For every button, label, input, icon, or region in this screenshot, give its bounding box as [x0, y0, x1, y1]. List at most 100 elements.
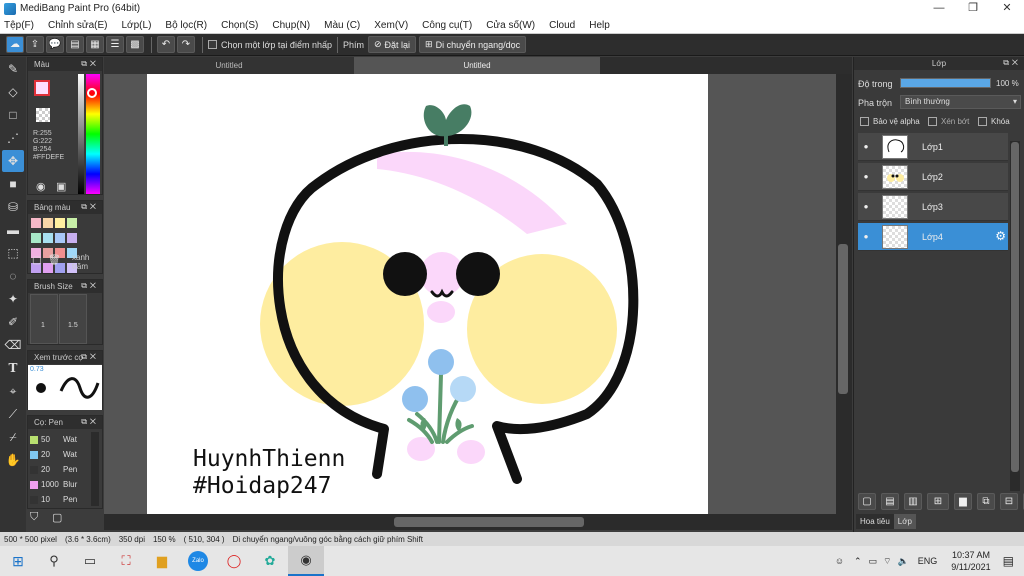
- primary-color-swatch[interactable]: [34, 80, 50, 96]
- brush-list-scrollbar[interactable]: [91, 432, 99, 506]
- comment-icon[interactable]: 💬: [46, 36, 64, 53]
- network-icon[interactable]: ▭: [869, 556, 878, 567]
- share-icon[interactable]: ⇪: [26, 36, 44, 53]
- divide-tool-icon[interactable]: ⟋: [2, 403, 24, 425]
- brush-settings-icon[interactable]: ▢: [52, 511, 62, 524]
- notification-icon[interactable]: ▤: [1003, 554, 1014, 568]
- capture-app-icon[interactable]: ⛶: [108, 546, 144, 576]
- brush-item[interactable]: 20 Wat: [30, 447, 90, 462]
- duplicate-layer-icon[interactable]: ⧉: [977, 493, 995, 510]
- menu-window[interactable]: Cửa số(W): [486, 20, 535, 31]
- magic-wand-tool-icon[interactable]: ✦: [2, 288, 24, 310]
- people-icon[interactable]: ☺: [835, 556, 844, 566]
- visibility-icon[interactable]: ●: [858, 142, 874, 151]
- brightness-slider[interactable]: [78, 74, 84, 194]
- tab-untitled-2[interactable]: Untitled: [354, 57, 600, 74]
- language-indicator[interactable]: ENG: [918, 556, 938, 566]
- brush-item[interactable]: 20 Pen: [30, 462, 90, 477]
- brush-item[interactable]: 1000 Blur: [30, 477, 90, 492]
- search-icon[interactable]: ⚲: [36, 546, 72, 576]
- new-palette-icon[interactable]: ▢: [32, 255, 41, 266]
- palette-swatch[interactable]: [55, 233, 65, 243]
- menu-tools[interactable]: Công cụ(T): [422, 20, 472, 31]
- reset-button[interactable]: ⊘ Đặt lại: [367, 36, 417, 53]
- palette-swatch[interactable]: [67, 218, 77, 228]
- opera-icon[interactable]: ◯: [216, 546, 252, 576]
- palette-swatch[interactable]: [67, 233, 77, 243]
- cloud-icon[interactable]: ☁: [6, 36, 24, 53]
- clock[interactable]: 10:37 AM 9/11/2021: [951, 549, 990, 573]
- lock-checkbox[interactable]: Khóa: [978, 117, 1010, 126]
- gear-icon[interactable]: ⚙: [995, 229, 1006, 243]
- menu-filter[interactable]: Bộ lọc(R): [165, 20, 207, 31]
- message-icon[interactable]: ▤: [66, 36, 84, 53]
- palette-swatch[interactable]: [43, 233, 53, 243]
- lasso-tool-icon[interactable]: ◌: [2, 265, 24, 287]
- text-tool-icon[interactable]: T: [2, 357, 24, 379]
- move-tool-icon[interactable]: ✥: [2, 150, 24, 172]
- paint-app-icon[interactable]: ✿: [252, 546, 288, 576]
- task-view-icon[interactable]: ▭: [72, 546, 108, 576]
- maximize-button[interactable]: ❐: [956, 0, 990, 17]
- layer-row-4[interactable]: ● Lớp4 ⚙: [858, 223, 1008, 251]
- file-explorer-icon[interactable]: ▆: [144, 546, 180, 576]
- volume-icon[interactable]: 🔈: [898, 556, 909, 567]
- list-icon[interactable]: ☰: [106, 36, 124, 53]
- hand-tool-icon[interactable]: ✋: [2, 449, 24, 471]
- vertical-scroll-thumb[interactable]: [838, 244, 848, 394]
- brush-item[interactable]: 50 Wat: [30, 432, 90, 447]
- new-layer-icon[interactable]: ▢: [858, 493, 876, 510]
- protect-alpha-checkbox[interactable]: Bảo vệ alpha: [860, 117, 920, 126]
- delete-palette-icon[interactable]: 🗑: [48, 255, 61, 266]
- clipping-checkbox[interactable]: Xén bớt: [928, 117, 969, 126]
- redo-icon[interactable]: ↷: [177, 36, 195, 53]
- add-layer-menu-icon[interactable]: ⊞: [927, 493, 949, 510]
- select-eraser-tool-icon[interactable]: ⌫: [2, 334, 24, 356]
- menu-color[interactable]: Màu (C): [324, 20, 360, 31]
- panel-close-icon[interactable]: ⧉✕: [81, 59, 99, 69]
- brush-tool-icon[interactable]: ✎: [2, 58, 24, 80]
- panel-close-icon[interactable]: ⧉✕: [81, 281, 99, 291]
- rectangle-tool-icon[interactable]: □: [2, 104, 24, 126]
- document-icon[interactable]: ▦: [86, 36, 104, 53]
- menu-edit[interactable]: Chỉnh sửa(E): [48, 20, 108, 31]
- operation-tool-icon[interactable]: ⌖: [2, 380, 24, 402]
- layers-scrollbar[interactable]: [1010, 141, 1020, 491]
- move-direction-button[interactable]: ⊞ Di chuyển ngang/dọc: [419, 36, 527, 53]
- close-button[interactable]: ✕: [990, 0, 1024, 17]
- eyedropper-tool-icon[interactable]: ⌿: [2, 426, 24, 448]
- gradient-tool-icon[interactable]: ▬: [2, 219, 24, 241]
- brush-size-1[interactable]: 1: [41, 322, 45, 329]
- menu-cloud[interactable]: Cloud: [549, 20, 575, 31]
- hue-handle[interactable]: [87, 88, 97, 98]
- merge-layer-icon[interactable]: ⊟: [1000, 493, 1018, 510]
- palette-swatch[interactable]: [31, 218, 41, 228]
- panel-close-icon[interactable]: ⧉✕: [81, 417, 99, 427]
- dot-tool-icon[interactable]: ⋰: [2, 127, 24, 149]
- brush-size-2[interactable]: 1.5: [68, 322, 78, 329]
- palette-swatch[interactable]: [43, 218, 53, 228]
- panel-close-icon[interactable]: ⧉✕: [1003, 58, 1021, 68]
- visibility-icon[interactable]: ●: [858, 172, 874, 181]
- menu-layer[interactable]: Lớp(L): [122, 20, 152, 31]
- layer-row-3[interactable]: ● Lớp3: [858, 193, 1008, 221]
- zalo-icon[interactable]: Zalo: [180, 546, 216, 576]
- menu-snap[interactable]: Chụp(N): [272, 20, 310, 31]
- visibility-icon[interactable]: ●: [858, 232, 874, 241]
- opacity-slider[interactable]: [900, 78, 991, 88]
- bucket-tool-icon[interactable]: ⛁: [2, 196, 24, 218]
- fill-rect-tool-icon[interactable]: ■: [2, 173, 24, 195]
- drawing-canvas[interactable]: HuynhThienn #Hoidap247: [147, 74, 708, 514]
- brush-item[interactable]: 10 Pen: [30, 492, 90, 507]
- add-brush-icon[interactable]: ⛉: [30, 511, 38, 524]
- tab-navigator[interactable]: Hoa tiêu: [856, 514, 894, 529]
- layer-row-1[interactable]: ● Lớp1: [858, 133, 1008, 161]
- color-picker-icon[interactable]: ▣: [56, 180, 66, 193]
- color-wheel-icon[interactable]: ◉: [36, 180, 46, 193]
- menu-view[interactable]: Xem(V): [374, 20, 408, 31]
- visibility-icon[interactable]: ●: [858, 202, 874, 211]
- sample-layer-checkbox[interactable]: Chọn một lớp tại điểm nhấp: [208, 40, 332, 50]
- windows-start-icon[interactable]: ⊞: [0, 546, 36, 576]
- panel-close-icon[interactable]: ⧉✕: [81, 202, 99, 212]
- minimize-button[interactable]: —: [922, 0, 956, 17]
